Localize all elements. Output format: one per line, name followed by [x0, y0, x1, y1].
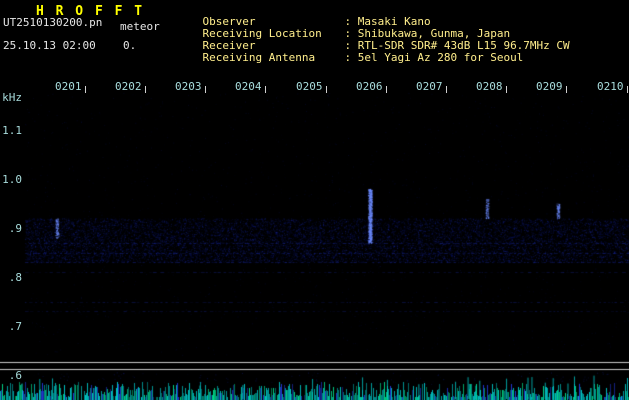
x-tick-mark — [145, 86, 146, 93]
x-tick-label: 0205 — [296, 80, 323, 93]
y-tick-label: .7 — [8, 320, 22, 333]
x-tick-mark — [386, 86, 387, 93]
x-tick-label: 0201 — [55, 80, 82, 93]
x-tick-mark — [627, 86, 628, 93]
x-tick-label: 0209 — [536, 80, 563, 93]
x-tick-mark — [446, 86, 447, 93]
x-tick-mark — [85, 86, 86, 93]
hrofft-screen: H R O F F T UT2510130200.pn meteor 25.10… — [0, 0, 629, 400]
x-tick-label: 0207 — [416, 80, 443, 93]
info-value-antenna: : 5el Yagi Az 280 for Seoul — [344, 51, 524, 64]
output-filename: UT2510130200.pn — [3, 16, 103, 29]
x-tick-label: 0202 — [115, 80, 142, 93]
info-row-antenna: Receiving Antenna : 5el Yagi Az 280 for S… — [176, 41, 524, 74]
x-tick-mark — [506, 86, 507, 93]
y-tick-label: .9 — [8, 222, 22, 235]
timestamp: 25.10.13 02:00 — [3, 39, 96, 52]
x-tick-mark — [326, 86, 327, 93]
x-tick-label: 0206 — [356, 80, 383, 93]
x-tick-label: 0204 — [235, 80, 262, 93]
observation-name: meteor — [120, 20, 160, 33]
info-label-antenna: Receiving Antenna — [202, 51, 316, 64]
y-tick-label: .8 — [8, 271, 22, 284]
x-tick-mark — [265, 86, 266, 93]
x-tick-label: 0203 — [175, 80, 202, 93]
x-tick-label: 0208 — [476, 80, 503, 93]
x-tick-mark — [566, 86, 567, 93]
y-tick-label: .6 — [8, 369, 22, 382]
y-axis-unit: kHz — [2, 91, 22, 104]
x-tick-label: 0210 — [597, 80, 624, 93]
x-tick-mark — [205, 86, 206, 93]
y-tick-label: 1.0 — [2, 173, 22, 186]
y-tick-label: 1.1 — [2, 124, 22, 137]
echo-counter: 0. — [123, 39, 137, 52]
